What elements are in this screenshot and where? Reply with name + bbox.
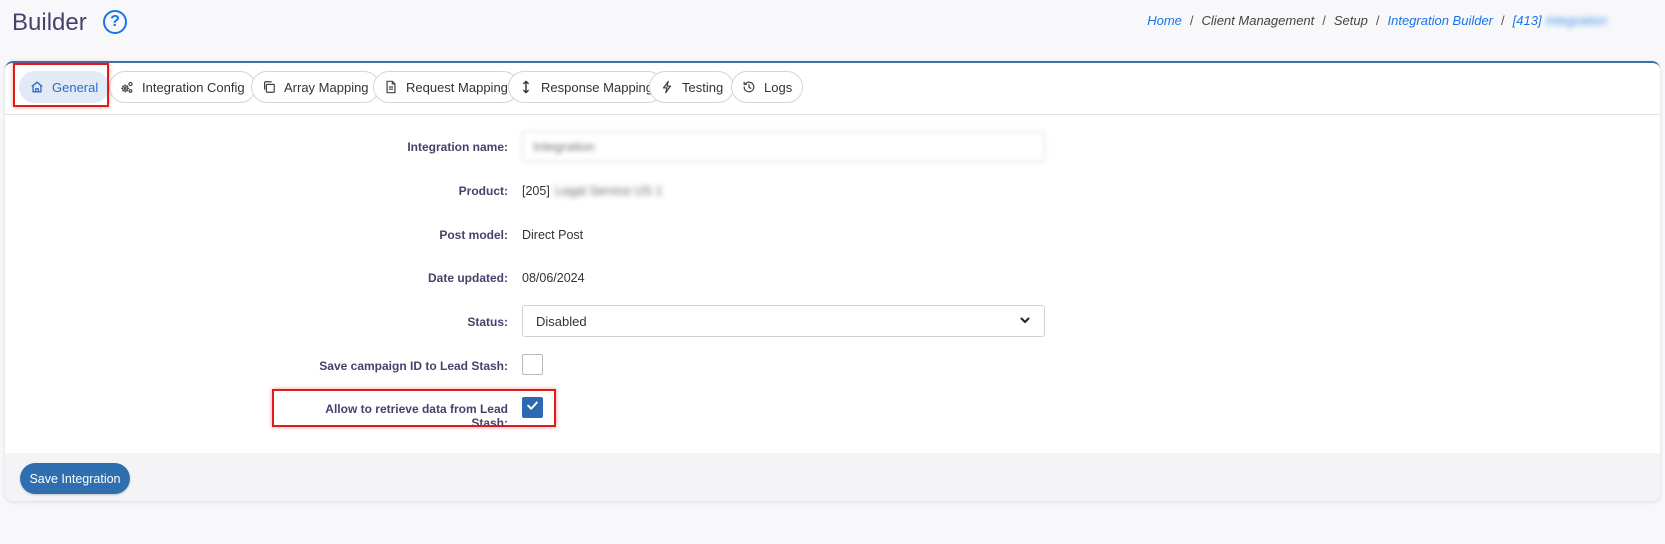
save-campaign-id-label: Save campaign ID to Lead Stash: xyxy=(319,359,508,373)
document-icon xyxy=(384,80,398,94)
bolt-icon xyxy=(660,80,674,94)
product-value: [205] Legal Service US 1 xyxy=(522,184,662,198)
tab-label: Integration Config xyxy=(142,79,245,95)
product-label: Product: xyxy=(458,184,508,198)
highlight-allow-retrieve-row xyxy=(272,389,556,427)
breadcrumb-separator: / xyxy=(1501,13,1505,28)
page-title: Builder xyxy=(12,9,87,36)
tab-logs[interactable]: Logs xyxy=(731,71,804,103)
gears-icon xyxy=(120,80,134,94)
copy-icon xyxy=(262,80,276,94)
save-integration-button[interactable]: Save Integration xyxy=(20,463,130,494)
tab-label: Response Mapping xyxy=(541,79,654,95)
arrows-vertical-icon xyxy=(519,80,533,94)
breadcrumb: Home / Client Management / Setup / Integ… xyxy=(1147,13,1607,28)
breadcrumb-client-management: Client Management xyxy=(1201,13,1315,28)
chevron-down-icon xyxy=(1019,314,1031,329)
breadcrumb-separator: / xyxy=(1189,13,1194,28)
tab-array-mapping[interactable]: Array Mapping xyxy=(251,71,380,103)
product-name-blurred: Legal Service US 1 xyxy=(555,184,663,198)
date-updated-label: Date updated: xyxy=(427,271,508,285)
post-model-label: Post model: xyxy=(439,228,508,242)
integration-name-label: Integration name: xyxy=(407,140,508,154)
tab-label: Array Mapping xyxy=(284,79,369,95)
tab-testing[interactable]: Testing xyxy=(649,71,735,103)
help-icon[interactable]: ? xyxy=(103,10,127,34)
date-updated-value: 08/06/2024 xyxy=(522,271,585,285)
status-select[interactable]: Disabled xyxy=(522,305,1045,337)
tab-integration-config[interactable]: Integration Config xyxy=(109,71,256,103)
integration-name-input[interactable] xyxy=(522,131,1045,162)
tab-label: Testing xyxy=(682,79,724,95)
tab-bar: General Integration Config Array Mapping… xyxy=(5,63,1660,115)
history-icon xyxy=(742,80,756,94)
breadcrumb-integration-builder[interactable]: Integration Builder xyxy=(1388,13,1494,28)
status-label: Status: xyxy=(467,315,508,329)
status-selected-value: Disabled xyxy=(536,313,587,329)
tab-request-mapping[interactable]: Request Mapping xyxy=(373,71,519,103)
integration-card: General Integration Config Array Mapping… xyxy=(5,61,1660,501)
breadcrumb-setup: Setup xyxy=(1333,13,1368,28)
save-campaign-id-checkbox[interactable] xyxy=(522,354,543,375)
highlight-general-tab xyxy=(13,63,109,107)
breadcrumb-separator: / xyxy=(1375,13,1380,28)
product-id: [205] xyxy=(522,184,550,198)
breadcrumb-blurred-name: Integration xyxy=(1545,13,1607,28)
tab-label: Logs xyxy=(764,79,793,95)
breadcrumb-home[interactable]: Home xyxy=(1147,13,1182,28)
tab-label: Request Mapping xyxy=(406,79,508,95)
card-footer: Save Integration xyxy=(5,453,1660,501)
tab-response-mapping[interactable]: Response Mapping xyxy=(508,71,665,103)
breadcrumb-current-integration[interactable]: [413] xyxy=(1513,13,1542,28)
post-model-value: Direct Post xyxy=(522,228,584,242)
breadcrumb-separator: / xyxy=(1322,13,1326,28)
